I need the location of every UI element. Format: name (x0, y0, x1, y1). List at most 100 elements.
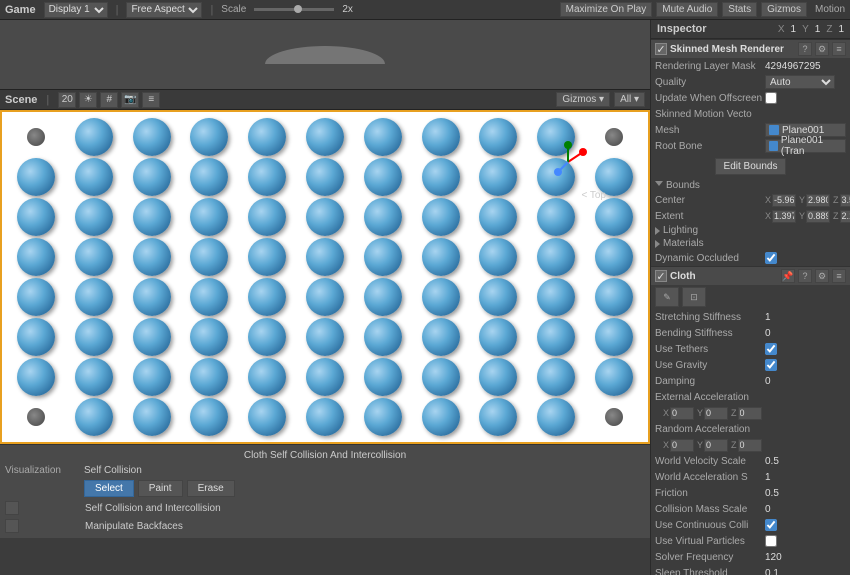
lighting-header[interactable]: Lighting (651, 224, 850, 237)
quality-row: Quality Auto (651, 74, 850, 90)
smr-header[interactable]: ✓ Skinned Mesh Renderer ? ⚙ ≡ (651, 39, 850, 58)
scene-tool-cam[interactable]: 📷 (121, 92, 139, 108)
center-z[interactable] (840, 194, 850, 207)
use-continuous-row: Use Continuous Colli (651, 517, 850, 533)
gizmos-dropdown-btn[interactable]: Gizmos ▾ (556, 92, 610, 107)
display-select[interactable]: Display 1 (44, 2, 108, 18)
aspect-select[interactable]: Free Aspect (126, 2, 202, 18)
materials-header[interactable]: Materials (651, 237, 850, 250)
mute-audio-btn[interactable]: Mute Audio (656, 2, 718, 17)
cloth-node (297, 278, 353, 316)
materials-triangle (655, 240, 660, 248)
use-virtual-row: Use Virtual Particles (651, 533, 850, 549)
edit-bounds-btn[interactable]: Edit Bounds (715, 158, 787, 175)
center-y[interactable] (806, 194, 830, 207)
quality-label: Quality (655, 77, 765, 88)
smr-icon1[interactable]: ? (798, 42, 812, 56)
cloth-node (239, 198, 295, 236)
rand-x[interactable] (670, 439, 694, 452)
rand-z[interactable] (738, 439, 762, 452)
smr-checkbox[interactable]: ✓ (655, 43, 667, 55)
cloth-ball (133, 238, 171, 276)
cloth-node (181, 358, 237, 396)
cloth-node (239, 118, 295, 156)
cloth-ball (595, 358, 633, 396)
option2-label[interactable]: Manipulate Backfaces (85, 521, 183, 532)
cloth-checkbox[interactable]: ✓ (655, 270, 667, 282)
rand-y[interactable] (704, 439, 728, 452)
mesh-label: Mesh (655, 125, 765, 136)
sleep-threshold-label: Sleep Threshold (655, 568, 765, 575)
center-x[interactable] (772, 194, 796, 207)
scene-scale-value[interactable]: 20 (58, 92, 76, 108)
dynamic-occluded-checkbox[interactable] (765, 252, 777, 264)
motion-label: Motion (815, 4, 845, 15)
friction-value: 0.5 (765, 488, 779, 499)
all-dropdown-btn[interactable]: All ▾ (614, 92, 645, 107)
smr-icon2[interactable]: ⚙ (815, 42, 829, 56)
cloth-node (297, 358, 353, 396)
cloth-node (586, 398, 642, 436)
solver-freq-row: Solver Frequency 120 (651, 549, 850, 565)
cloth-ball (248, 238, 286, 276)
extent-y[interactable] (806, 210, 830, 223)
cloth-ball (537, 198, 575, 236)
cloth-tools-row2: Select Paint Erase (5, 478, 645, 499)
cloth-icon3[interactable]: ≡ (832, 269, 846, 283)
y-label: Y (802, 24, 809, 35)
center-label: Center (655, 195, 765, 206)
cloth-ball (537, 278, 575, 316)
rendering-layer-row: Rendering Layer Mask 4294967295 (651, 58, 850, 74)
scene-tool-extra[interactable]: ≡ (142, 92, 160, 108)
scale-value: 2x (342, 4, 353, 15)
ext-z[interactable] (738, 407, 762, 420)
ext-x[interactable] (670, 407, 694, 420)
cloth-edit-btn2[interactable]: ⊡ (682, 287, 706, 307)
col-mass-row: Collision Mass Scale 0 (651, 501, 850, 517)
bending-row: Bending Stiffness 0 (651, 325, 850, 341)
erase-btn[interactable]: Erase (187, 480, 235, 497)
scene-tool-grid[interactable]: # (100, 92, 118, 108)
cloth-header[interactable]: ✓ Cloth 📌 ? ⚙ ≡ (651, 266, 850, 285)
cloth-icon2[interactable]: ⚙ (815, 269, 829, 283)
stretching-row: Stretching Stiffness 1 (651, 309, 850, 325)
scene-tool-light[interactable]: ☀ (79, 92, 97, 108)
extent-z[interactable] (840, 210, 850, 223)
corner-anchor (605, 408, 623, 426)
root-bone-field[interactable]: Plane001 (Tran (765, 139, 846, 153)
use-tethers-checkbox[interactable] (765, 343, 777, 355)
root-bone-row: Root Bone Plane001 (Tran (651, 138, 850, 154)
cloth-pin-icon[interactable]: 📌 (781, 269, 795, 283)
option1-label[interactable]: Self Collision and Intercollision (85, 503, 221, 514)
ext-y[interactable] (704, 407, 728, 420)
cloth-edit-btn1[interactable]: ✎ (655, 287, 679, 307)
cloth-option2-row: Manipulate Backfaces (5, 517, 645, 535)
extent-x[interactable] (772, 210, 796, 223)
cloth-node (181, 398, 237, 436)
update-offscreen-checkbox[interactable] (765, 92, 777, 104)
cloth-node (181, 278, 237, 316)
cloth-ball (190, 118, 228, 156)
rand-accel-label: Random Acceleration (655, 424, 765, 435)
stats-btn[interactable]: Stats (722, 2, 757, 17)
stretching-value: 1 (765, 312, 771, 323)
quality-dropdown[interactable]: Auto (765, 75, 835, 89)
root-bone-label: Root Bone (655, 141, 765, 152)
maximize-on-play-btn[interactable]: Maximize On Play (560, 2, 653, 17)
corner-anchor (27, 408, 45, 426)
scale-slider[interactable] (254, 8, 334, 11)
smr-icon3[interactable]: ≡ (832, 42, 846, 56)
use-virtual-checkbox[interactable] (765, 535, 777, 547)
use-continuous-checkbox[interactable] (765, 519, 777, 531)
select-btn[interactable]: Select (84, 480, 134, 497)
col-mass-value: 0 (765, 504, 771, 515)
paint-btn[interactable]: Paint (138, 480, 183, 497)
cloth-node (297, 318, 353, 356)
cloth-node (471, 398, 527, 436)
use-gravity-checkbox[interactable] (765, 359, 777, 371)
cloth-ball (75, 118, 113, 156)
bounds-header[interactable]: Bounds (651, 179, 850, 192)
scene-gizmo[interactable] (543, 137, 593, 187)
gizmos-btn[interactable]: Gizmos (761, 2, 807, 17)
cloth-icon1[interactable]: ? (798, 269, 812, 283)
